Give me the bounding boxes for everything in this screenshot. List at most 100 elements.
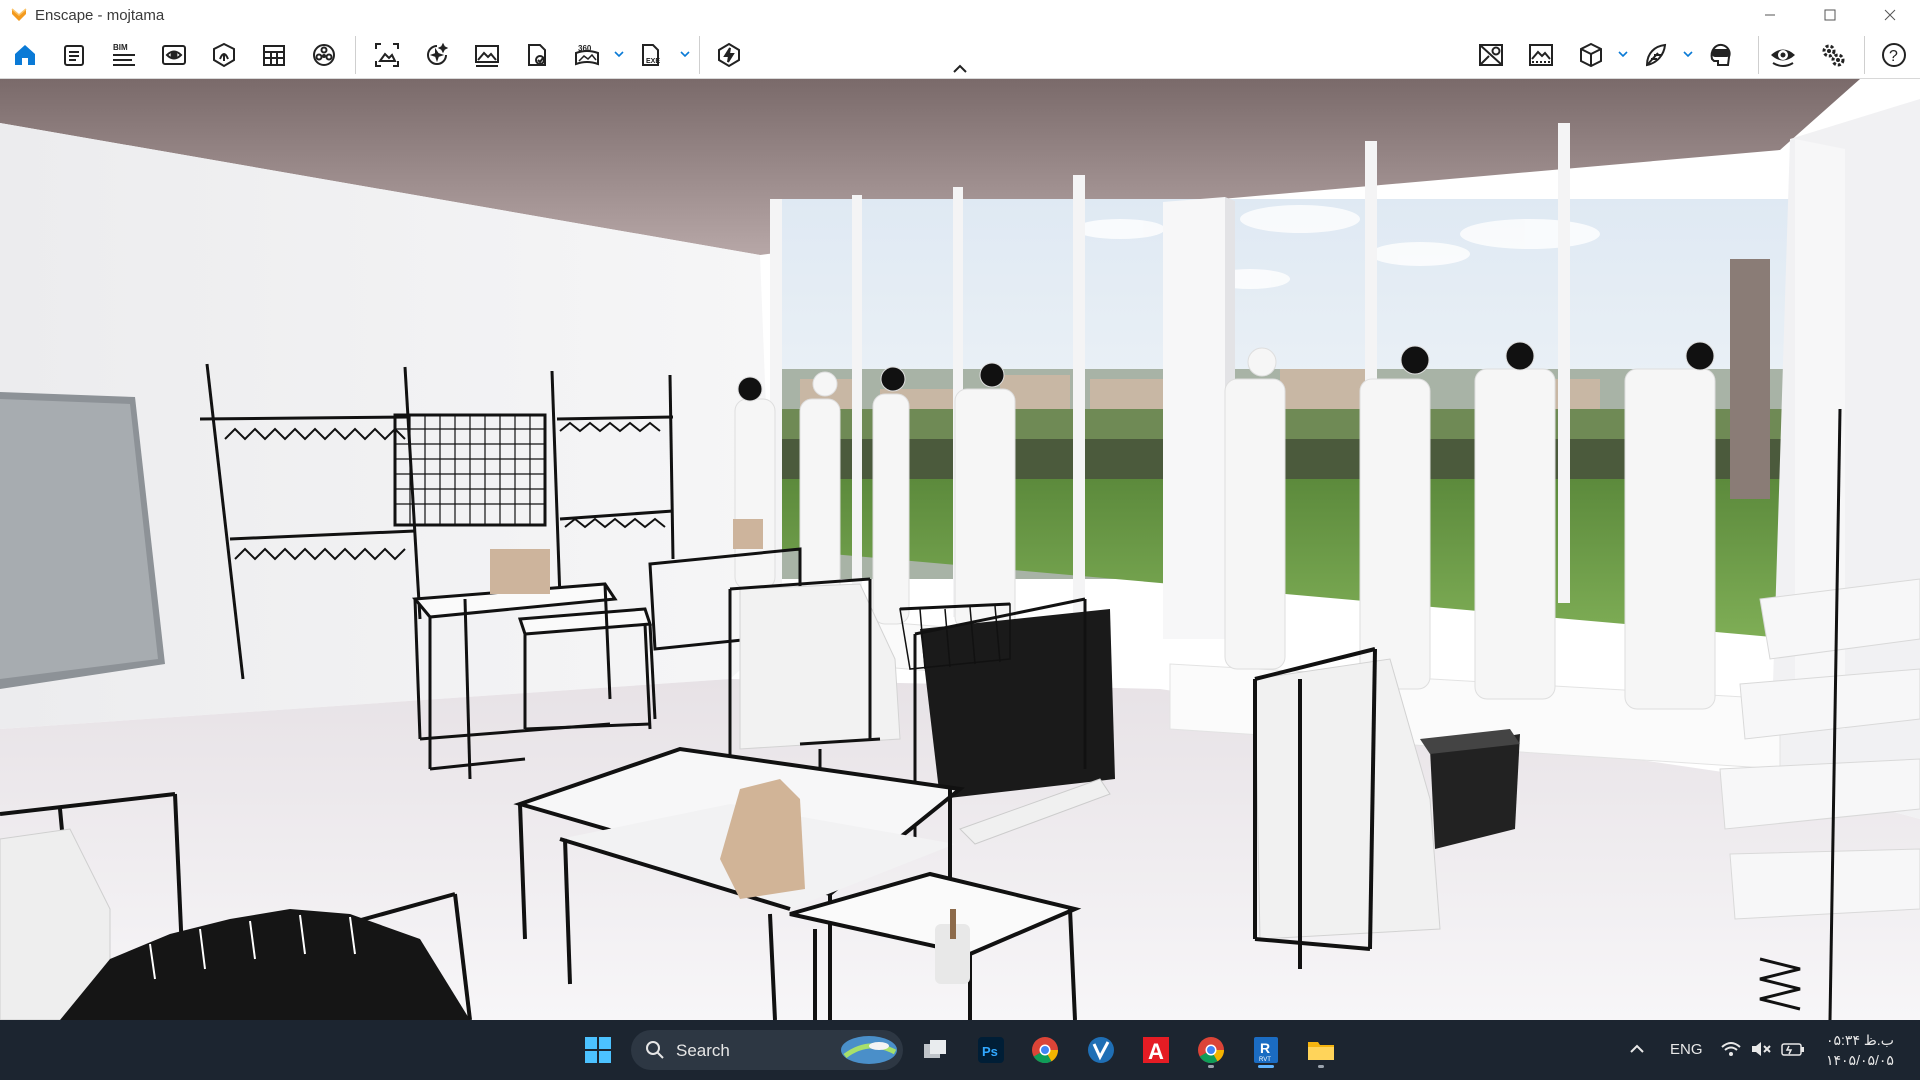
file-explorer-button[interactable]: [1301, 1030, 1341, 1070]
svg-text:R: R: [1260, 1040, 1270, 1056]
battery-icon[interactable]: [1780, 1040, 1806, 1058]
vr-headset-button[interactable]: [1703, 38, 1737, 72]
minimize-button[interactable]: [1740, 0, 1800, 30]
cube-view-icon: [1580, 42, 1602, 68]
render-batch-button[interactable]: [420, 38, 454, 72]
file-explorer-icon: [1308, 1042, 1334, 1060]
panorama-360-button[interactable]: 360: [570, 38, 604, 72]
settings-button[interactable]: [1816, 38, 1850, 72]
chevron-down-icon[interactable]: [678, 47, 692, 61]
bim-button[interactable]: BIM: [107, 38, 141, 72]
toolbar-divider: [1758, 36, 1759, 74]
autocad-icon: A: [1143, 1037, 1169, 1064]
maximize-button[interactable]: [1800, 0, 1860, 30]
running-indicator: [1208, 1065, 1214, 1068]
windows-taskbar: Search Ps A R RVT ENG ب.ظ ۰۵:۳۴ ۱۴۰۵/۰۵/۰…: [0, 1020, 1920, 1080]
clock-date[interactable]: ۱۴۰۵/۰۵/۰۵: [1826, 1052, 1894, 1069]
revit-icon: RRVT: [1254, 1037, 1278, 1063]
asset-library-button[interactable]: [207, 38, 241, 72]
site-context-button[interactable]: [307, 38, 341, 72]
screenshot-icon: [375, 43, 399, 67]
show-hidden-icons-icon[interactable]: [1628, 1042, 1646, 1056]
chevron-down-icon[interactable]: [612, 47, 626, 61]
search-placeholder: Search: [676, 1041, 730, 1060]
project-info-icon: [64, 45, 84, 66]
exe-export-icon: EXE: [642, 44, 660, 66]
settings-icon: [1822, 44, 1845, 67]
minimize-icon: [1765, 14, 1775, 16]
window-title: Enscape - mojtama: [35, 7, 165, 24]
vpn-icon: [1088, 1037, 1114, 1063]
live-updates-icon: [718, 42, 740, 68]
svg-text:RVT: RVT: [1259, 1057, 1271, 1063]
svg-text:A: A: [1148, 1039, 1164, 1064]
material-editor-icon: [263, 45, 285, 66]
material-editor-button[interactable]: [257, 38, 291, 72]
toolbar-divider: [1864, 36, 1865, 74]
close-icon: [1884, 9, 1896, 21]
chevron-up-icon[interactable]: [951, 63, 969, 75]
close-button[interactable]: [1860, 0, 1920, 30]
render-viewport[interactable]: [0, 79, 1920, 1020]
title-bar: Enscape - mojtama: [0, 0, 1920, 30]
render-batch-icon: [427, 42, 449, 65]
wifi-icon[interactable]: [1720, 1040, 1742, 1058]
chrome-profile-icon: [1198, 1037, 1225, 1064]
feather-icon: [1645, 43, 1667, 67]
visibility-eye-icon: [1771, 49, 1795, 67]
svg-text:?: ?: [1889, 48, 1898, 65]
svg-text:EXE: EXE: [646, 58, 660, 65]
web-standalone-button[interactable]: [520, 38, 554, 72]
chevron-down-icon[interactable]: [1616, 47, 1630, 61]
project-info-button[interactable]: [57, 38, 91, 72]
toolbar-divider: [699, 36, 700, 74]
clock-time[interactable]: ب.ظ ۰۵:۳۴: [1826, 1032, 1894, 1049]
bim-icon: BIM: [113, 43, 135, 66]
home-icon: [15, 45, 35, 65]
atmosphere-button[interactable]: [1524, 38, 1558, 72]
chrome-profile-button[interactable]: [1191, 1030, 1231, 1070]
live-updates-button[interactable]: [712, 38, 746, 72]
cube-view-button[interactable]: [1574, 38, 1608, 72]
main-toolbar: BIM 360 EXE ?: [0, 30, 1920, 79]
chrome-button[interactable]: [1025, 1030, 1065, 1070]
chevron-down-icon[interactable]: [1681, 47, 1695, 61]
search-icon: [646, 1041, 664, 1059]
start-button[interactable]: [578, 1030, 618, 1070]
task-view-button[interactable]: [915, 1030, 955, 1070]
toolbar-divider: [355, 36, 356, 74]
svg-text:Ps: Ps: [982, 1044, 998, 1059]
photoshop-button[interactable]: Ps: [971, 1030, 1011, 1070]
views-button[interactable]: [157, 38, 191, 72]
running-indicator: [1318, 1065, 1324, 1068]
visibility-button[interactable]: [1766, 38, 1800, 72]
site-context-icon: [313, 44, 335, 66]
vr-headset-icon: [1710, 43, 1731, 66]
taskbar-search[interactable]: Search: [631, 1030, 903, 1070]
revit-button[interactable]: R RVT: [1246, 1030, 1286, 1070]
svg-text:BIM: BIM: [113, 43, 128, 52]
active-indicator: [1258, 1065, 1274, 1068]
map-button[interactable]: [1474, 38, 1508, 72]
feather-button[interactable]: [1638, 38, 1672, 72]
help-icon: ?: [1882, 43, 1906, 67]
exe-export-button[interactable]: EXE: [634, 38, 668, 72]
vpn-button[interactable]: [1081, 1030, 1121, 1070]
input-language[interactable]: ENG: [1670, 1041, 1703, 1058]
photoshop-icon: Ps: [978, 1037, 1004, 1063]
home-button[interactable]: [8, 38, 42, 72]
map-icon: [1479, 44, 1503, 66]
image-export-icon: [475, 45, 499, 67]
views-icon: [162, 45, 186, 65]
screenshot-button[interactable]: [370, 38, 404, 72]
search-highlight-icon: [841, 1036, 897, 1064]
autocad-button[interactable]: A: [1136, 1030, 1176, 1070]
maximize-icon: [1824, 9, 1836, 21]
task-view-icon: [924, 1040, 946, 1058]
help-button[interactable]: ?: [1877, 38, 1911, 72]
volume-muted-icon[interactable]: [1750, 1040, 1772, 1058]
panorama-360-icon: 360: [575, 44, 599, 66]
store-interior-render: [0, 79, 1920, 1020]
image-export-button[interactable]: [470, 38, 504, 72]
atmosphere-icon: [1529, 44, 1553, 66]
